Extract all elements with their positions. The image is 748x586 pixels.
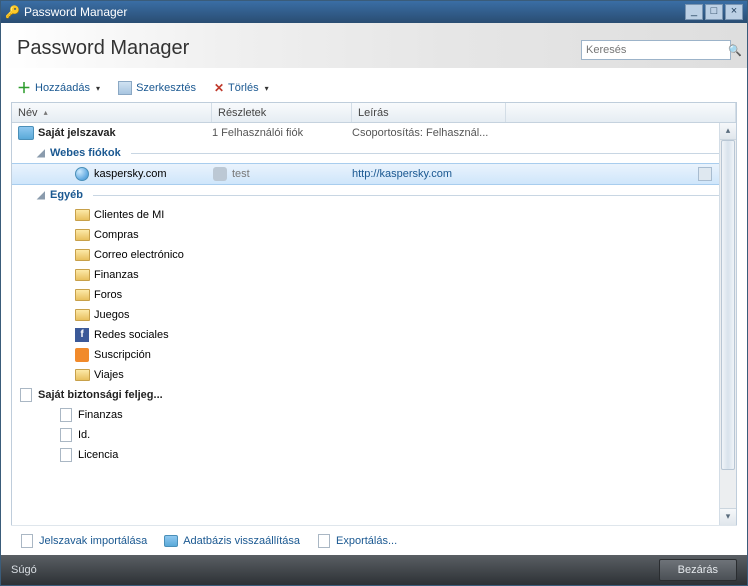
col-details[interactable]: Részletek: [212, 103, 352, 122]
collapse-icon[interactable]: ◢: [36, 190, 46, 201]
user-icon: [213, 167, 227, 181]
note-id[interactable]: Id.: [12, 425, 719, 445]
scroll-track[interactable]: [720, 140, 736, 508]
folder-icon: [75, 229, 90, 241]
folder-icon: [75, 269, 90, 281]
file-icon: [20, 388, 32, 402]
folder-compras[interactable]: Compras: [12, 225, 719, 245]
titlebar: 🔑 Password Manager _ □ ×: [1, 1, 747, 23]
globe-icon: [75, 167, 89, 181]
entry-kaspersky[interactable]: kaspersky.com test http://kaspersky.com: [12, 163, 719, 185]
collapse-icon[interactable]: ◢: [36, 148, 46, 159]
entry-name: kaspersky.com: [94, 168, 167, 180]
restore-icon: [164, 535, 178, 547]
grid-body: Saját jelszavak 1 Felhasználói fiók Csop…: [12, 123, 736, 525]
database-icon: [18, 126, 34, 140]
folder-icon: [75, 309, 90, 321]
group-label: Egyéb: [50, 189, 83, 201]
header: Password Manager 🔍: [1, 23, 747, 68]
edit-label: Szerkesztés: [136, 82, 196, 94]
rss-icon: [75, 348, 89, 362]
add-button[interactable]: ＋ Hozzáadás ▾: [17, 78, 100, 98]
note-icon: [60, 448, 72, 462]
footer: Súgó Bezárás: [1, 555, 747, 585]
folder-juegos[interactable]: Juegos: [12, 305, 719, 325]
minimize-button[interactable]: _: [685, 4, 703, 20]
folder-clientes[interactable]: Clientes de MI: [12, 205, 719, 225]
folder-icon: [75, 369, 90, 381]
edit-button[interactable]: Szerkesztés: [118, 81, 196, 95]
grid-rows: Saját jelszavak 1 Felhasználói fiók Csop…: [12, 123, 719, 525]
close-button[interactable]: Bezárás: [659, 559, 737, 581]
plus-icon: ＋: [17, 78, 31, 98]
col-spare[interactable]: [506, 103, 736, 122]
toolbar: ＋ Hozzáadás ▾ Szerkesztés ✕ Törlés ▾: [11, 74, 737, 102]
note-icon: [60, 428, 72, 442]
search-icon: 🔍: [728, 44, 742, 57]
folder-icon: [75, 209, 90, 221]
delete-label: Törlés: [228, 82, 259, 94]
root-row[interactable]: Saját jelszavak 1 Felhasználói fiók Csop…: [12, 123, 719, 143]
scroll-up-button[interactable]: ▴: [720, 123, 736, 140]
bottom-links: Jelszavak importálása Adatbázis visszaál…: [11, 525, 737, 555]
folder-foros[interactable]: Foros: [12, 285, 719, 305]
maximize-button[interactable]: □: [705, 4, 723, 20]
main-grid: Név ▴ Részletek Leírás Saját jelszavak 1…: [11, 102, 737, 525]
lock-icon: 🔑: [5, 5, 20, 19]
delete-icon: ✕: [214, 81, 224, 95]
export-icon: [318, 534, 330, 548]
vertical-scrollbar[interactable]: ▴ ▾: [719, 123, 736, 525]
add-label: Hozzáadás: [35, 82, 90, 94]
group-other[interactable]: ◢ Egyéb: [12, 185, 719, 205]
safenotes-label: Saját biztonsági feljeg...: [38, 389, 163, 401]
folder-redes[interactable]: fRedes sociales: [12, 325, 719, 345]
entry-url: http://kaspersky.com: [352, 168, 452, 180]
folder-finanzas[interactable]: Finanzas: [12, 265, 719, 285]
import-icon: [21, 534, 33, 548]
delete-button[interactable]: ✕ Törlés ▾: [214, 81, 269, 95]
root-description: Csoportosítás: Felhasznál...: [352, 127, 488, 139]
sort-asc-icon: ▴: [44, 108, 48, 117]
folder-icon: [75, 289, 90, 301]
folder-viajes[interactable]: Viajes: [12, 365, 719, 385]
entry-user: test: [232, 168, 250, 180]
col-description[interactable]: Leírás: [352, 103, 506, 122]
edit-icon: [118, 81, 132, 95]
import-passwords-link[interactable]: Jelszavak importálása: [19, 533, 147, 549]
close-window-button[interactable]: ×: [725, 4, 743, 20]
scroll-thumb[interactable]: [721, 140, 735, 470]
group-label: Webes fiókok: [50, 147, 121, 159]
note-finanzas[interactable]: Finanzas: [12, 405, 719, 425]
page-title: Password Manager: [17, 37, 189, 60]
root-label: Saját jelszavak: [38, 127, 116, 139]
col-name[interactable]: Név ▴: [12, 103, 212, 122]
note-icon: [60, 408, 72, 422]
search-field[interactable]: 🔍: [581, 40, 731, 60]
app-window: 🔑 Password Manager _ □ × Password Manage…: [0, 0, 748, 586]
folder-correo[interactable]: Correo electrónico: [12, 245, 719, 265]
chevron-down-icon: ▾: [265, 84, 269, 93]
entry-action-icon[interactable]: [698, 167, 712, 181]
note-licencia[interactable]: Licencia: [12, 445, 719, 465]
column-headers: Név ▴ Részletek Leírás: [12, 103, 736, 123]
chevron-down-icon: ▾: [96, 84, 100, 93]
window-title: Password Manager: [24, 5, 683, 19]
help-link[interactable]: Súgó: [11, 564, 37, 576]
folder-suscripcion[interactable]: Suscripción: [12, 345, 719, 365]
search-input[interactable]: [586, 44, 728, 56]
content-wrapper: ＋ Hozzáadás ▾ Szerkesztés ✕ Törlés ▾ Név…: [1, 68, 747, 555]
root-details: 1 Felhasználói fiók: [212, 127, 303, 139]
facebook-icon: f: [75, 328, 89, 342]
folder-icon: [75, 249, 90, 261]
safenotes-root[interactable]: Saját biztonsági feljeg...: [12, 385, 719, 405]
scroll-down-button[interactable]: ▾: [720, 508, 736, 525]
restore-database-link[interactable]: Adatbázis visszaállítása: [163, 533, 300, 549]
export-link[interactable]: Exportálás...: [316, 533, 397, 549]
group-webaccounts[interactable]: ◢ Webes fiókok: [12, 143, 719, 163]
